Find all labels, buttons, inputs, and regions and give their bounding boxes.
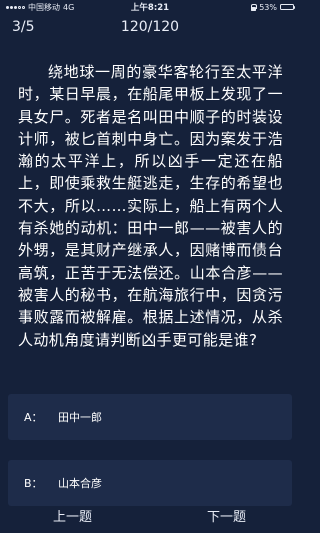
option-b-button[interactable]: B： 山本合彦 bbox=[8, 460, 292, 506]
question-text: 绕地球一周的豪华客轮行至太平洋时，某日早晨，在船尾甲板上发现了一具女尸。死者是名… bbox=[18, 63, 283, 349]
battery-icon bbox=[280, 3, 296, 11]
option-b-label: 山本合彦 bbox=[58, 477, 102, 490]
option-a-label: 田中一郎 bbox=[58, 411, 102, 424]
option-b-letter: B： bbox=[24, 477, 43, 490]
option-a-letter: A： bbox=[24, 411, 43, 424]
option-a-button[interactable]: A： 田中一郎 bbox=[8, 394, 292, 440]
quiz-header: 3/5 120/120 bbox=[0, 14, 300, 42]
status-bar: 中国移动 4G 上午8:21 53% bbox=[0, 0, 300, 14]
countdown-timer: 120/120 bbox=[120, 19, 180, 35]
next-question-button[interactable]: 下一题 bbox=[207, 506, 246, 525]
previous-question-button[interactable]: 上一题 bbox=[53, 506, 92, 525]
rotation-lock-icon bbox=[250, 3, 258, 11]
